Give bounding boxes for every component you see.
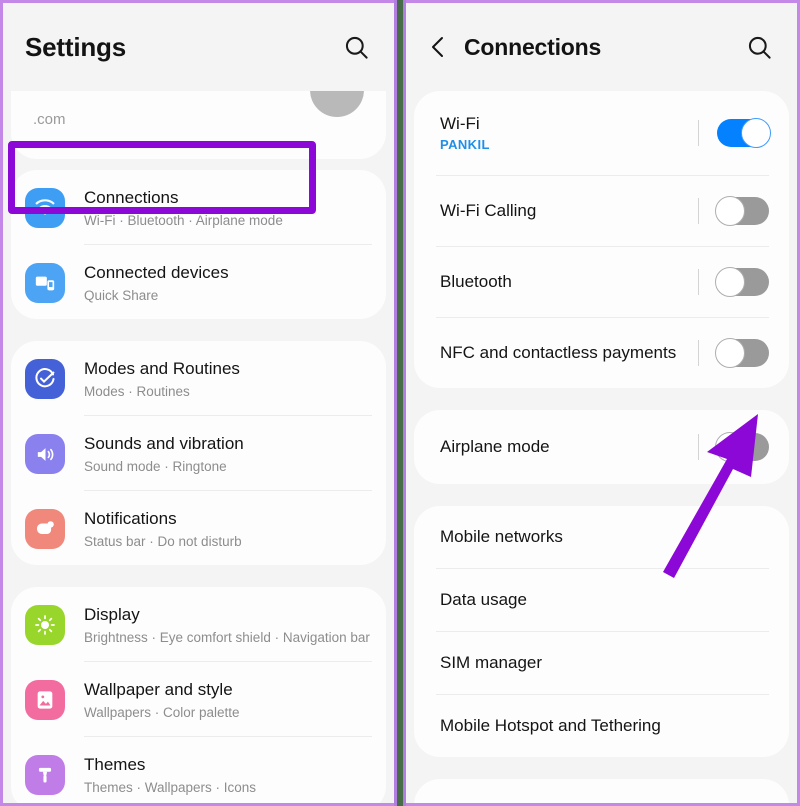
settings-item-connected-devices[interactable]: Connected devices Quick Share: [11, 245, 386, 319]
connections-item-label: Wi-Fi Calling: [440, 201, 537, 220]
wifi-toggle[interactable]: [717, 118, 771, 148]
toggle-separator: [698, 434, 699, 460]
profile-card[interactable]: .com: [11, 91, 386, 159]
nfc-toggle[interactable]: [715, 338, 769, 368]
modes-routines-icon: [25, 359, 65, 399]
airplane-toggle-wrap: [698, 432, 769, 462]
airplane-mode-toggle[interactable]: [715, 432, 769, 462]
nfc-toggle-wrap: [698, 338, 769, 368]
connections-item-label: NFC and contactless payments: [440, 343, 677, 362]
connections-item-label: Airplane mode: [440, 437, 550, 456]
connections-item-data-usage[interactable]: Data usage: [414, 569, 789, 631]
connections-item-mobile-hotspot[interactable]: Mobile Hotspot and Tethering: [414, 695, 789, 757]
toggle-knob: [715, 338, 745, 368]
search-icon[interactable]: [743, 31, 775, 63]
settings-item-subtitle: Wi-Fi · Bluetooth · Airplane mode: [84, 213, 283, 228]
back-chevron-icon[interactable]: [428, 34, 458, 60]
connections-group-wireless: Wi-Fi PANKIL Wi-Fi Calling Bluetooth NFC…: [414, 91, 789, 388]
dual-screenshot-canvas: Settings .com Connections Wi-Fi · Blueto…: [0, 0, 800, 806]
wifi-ssid: PANKIL: [440, 137, 490, 152]
avatar[interactable]: [310, 91, 364, 117]
toggle-separator: [698, 198, 699, 224]
connections-item-nfc[interactable]: NFC and contactless payments: [414, 318, 789, 388]
themes-icon: [25, 755, 65, 795]
settings-item-subtitle: Themes · Wallpapers · Icons: [84, 780, 257, 795]
connections-item-label: Wi-Fi: [440, 114, 480, 133]
wallpaper-icon: [25, 680, 65, 720]
panel-gutter: [394, 0, 406, 806]
settings-group-modes: Modes and Routines Modes · Routines Soun…: [11, 341, 386, 565]
wifi-calling-toggle[interactable]: [715, 196, 769, 226]
settings-item-subtitle: Brightness · Eye comfort shield · Naviga…: [84, 630, 370, 645]
bluetooth-toggle-wrap: [698, 267, 769, 297]
settings-item-title: Modes and Routines: [84, 359, 240, 378]
toggle-separator: [698, 120, 699, 146]
connections-item-label: SIM manager: [440, 653, 543, 672]
connections-item-label: Mobile networks: [440, 527, 563, 546]
search-icon[interactable]: [340, 31, 372, 63]
connections-item-wifi[interactable]: Wi-Fi PANKIL: [414, 91, 789, 175]
settings-item-sounds-and-vibration[interactable]: Sounds and vibration Sound mode · Ringto…: [11, 416, 386, 490]
settings-item-connections[interactable]: Connections Wi-Fi · Bluetooth · Airplane…: [11, 170, 386, 244]
page-title: Connections: [464, 33, 602, 60]
settings-item-subtitle: Sound mode · Ringtone: [84, 459, 227, 474]
connections-item-label: Bluetooth: [440, 272, 512, 291]
toggle-knob: [715, 267, 745, 297]
settings-item-subtitle: Status bar · Do not disturb: [84, 534, 242, 549]
profile-row[interactable]: .com: [11, 91, 386, 159]
settings-item-wallpaper-and-style[interactable]: Wallpaper and style Wallpapers · Color p…: [11, 662, 386, 736]
account-email-fragment: .com: [33, 110, 66, 128]
connections-item-sim-manager[interactable]: SIM manager: [414, 632, 789, 694]
settings-item-title: Connections: [84, 188, 179, 207]
settings-item-subtitle: Modes · Routines: [84, 384, 190, 399]
connections-header: Connections: [406, 3, 797, 91]
toggle-knob: [715, 196, 745, 226]
toggle-knob: [715, 432, 745, 462]
brightness-icon: [25, 605, 65, 645]
connections-group-more: More connection settings: [414, 779, 789, 803]
settings-item-notifications[interactable]: Notifications Status bar · Do not distur…: [11, 491, 386, 565]
wifi-icon: [25, 188, 65, 228]
connections-group-network: Mobile networks Data usage SIM manager M…: [414, 506, 789, 757]
toggle-separator: [698, 269, 699, 295]
connections-item-airplane-mode[interactable]: Airplane mode: [414, 410, 789, 484]
settings-header: Settings: [3, 3, 394, 91]
connections-item-label: Data usage: [440, 590, 527, 609]
connections-screen: Connections Wi-Fi PANKIL Wi-Fi Calling B…: [406, 0, 800, 806]
connections-item-mobile-networks[interactable]: Mobile networks: [414, 506, 789, 568]
settings-group-display: Display Brightness · Eye comfort shield …: [11, 587, 386, 803]
settings-item-subtitle: Quick Share: [84, 288, 159, 303]
page-title: Settings: [25, 31, 126, 62]
settings-item-title: Connected devices: [84, 263, 229, 282]
connections-item-bluetooth[interactable]: Bluetooth: [414, 247, 789, 317]
settings-item-subtitle: Wallpapers · Color palette: [84, 705, 240, 720]
settings-screen: Settings .com Connections Wi-Fi · Blueto…: [0, 0, 394, 806]
wifi-toggle-wrap: [698, 118, 771, 148]
settings-item-display[interactable]: Display Brightness · Eye comfort shield …: [11, 587, 386, 661]
settings-item-themes[interactable]: Themes Themes · Wallpapers · Icons: [11, 737, 386, 803]
connected-devices-icon: [25, 263, 65, 303]
toggle-knob: [741, 118, 771, 148]
settings-item-title: Themes: [84, 755, 146, 774]
bluetooth-toggle[interactable]: [715, 267, 769, 297]
connections-item-more-settings[interactable]: More connection settings: [414, 779, 789, 803]
settings-group-connections: Connections Wi-Fi · Bluetooth · Airplane…: [11, 170, 386, 319]
settings-item-title: Sounds and vibration: [84, 434, 244, 453]
sound-icon: [25, 434, 65, 474]
settings-item-title: Display: [84, 605, 140, 624]
notifications-icon: [25, 509, 65, 549]
wifi-calling-toggle-wrap: [698, 196, 769, 226]
settings-item-title: Wallpaper and style: [84, 680, 233, 699]
settings-item-modes-and-routines[interactable]: Modes and Routines Modes · Routines: [11, 341, 386, 415]
connections-item-wifi-calling[interactable]: Wi-Fi Calling: [414, 176, 789, 246]
connections-group-airplane: Airplane mode: [414, 410, 789, 484]
toggle-separator: [698, 340, 699, 366]
connections-item-label: Mobile Hotspot and Tethering: [440, 716, 661, 735]
settings-item-title: Notifications: [84, 509, 177, 528]
